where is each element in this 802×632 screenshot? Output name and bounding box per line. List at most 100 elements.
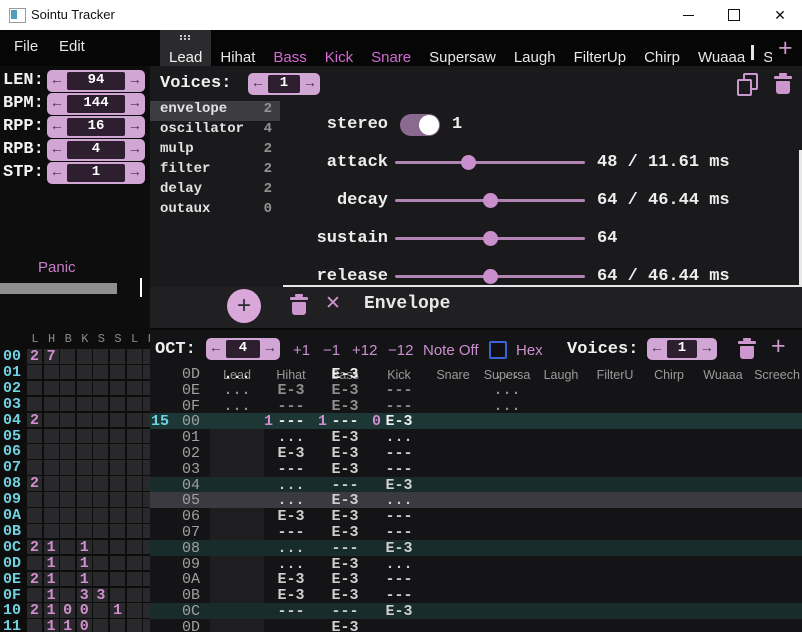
order-cell[interactable] <box>77 349 92 364</box>
order-cell[interactable] <box>60 524 75 539</box>
note-cell[interactable]: E-3 <box>264 508 318 525</box>
order-cell[interactable] <box>93 349 108 364</box>
add-track-button[interactable]: + <box>771 332 786 361</box>
order-cell[interactable] <box>93 429 108 444</box>
order-cell[interactable] <box>110 556 125 571</box>
order-cell[interactable] <box>127 476 142 491</box>
order-cell[interactable] <box>93 603 108 618</box>
tab-bass[interactable]: Bass <box>264 30 315 66</box>
close-button[interactable]: ✕ <box>757 0 802 30</box>
stepper-left-arrow-icon[interactable]: ← <box>647 341 667 357</box>
order-cell[interactable] <box>143 349 150 364</box>
note-cell[interactable]: ... <box>480 366 534 383</box>
stepper-value[interactable]: 4 <box>226 340 260 358</box>
note-cell[interactable]: --- <box>264 461 318 478</box>
note-cell[interactable]: ... <box>480 398 534 415</box>
order-cell[interactable] <box>27 460 42 475</box>
order-cell[interactable] <box>60 444 75 459</box>
copy-instrument-button[interactable] <box>737 73 758 96</box>
note-cell[interactable]: ... <box>264 540 318 557</box>
note-cell[interactable]: --- <box>372 445 426 462</box>
order-cell[interactable] <box>44 524 59 539</box>
slider-knob[interactable] <box>483 269 498 284</box>
stepper-right-arrow-icon[interactable]: → <box>125 96 145 112</box>
order-cell[interactable] <box>60 397 75 412</box>
order-cell[interactable] <box>143 444 150 459</box>
order-cell[interactable] <box>27 381 42 396</box>
order-cell[interactable] <box>110 460 125 475</box>
sustain-slider[interactable] <box>395 237 585 240</box>
note-cell[interactable]: --- <box>372 508 426 525</box>
note-cell[interactable]: --- <box>318 540 372 557</box>
note-cell[interactable]: E-3 <box>318 524 372 541</box>
delete-unit-button[interactable] <box>290 294 308 315</box>
order-cell[interactable] <box>110 349 125 364</box>
order-cell[interactable] <box>143 524 150 539</box>
note-cell[interactable]: --- <box>264 398 318 415</box>
order-cell[interactable] <box>143 397 150 412</box>
note-cell[interactable]: ... <box>210 366 264 383</box>
panic-button[interactable]: Panic <box>38 259 76 276</box>
order-cell[interactable] <box>77 492 92 507</box>
order-cell[interactable] <box>110 540 125 555</box>
note-cell[interactable]: E-3 <box>264 382 318 399</box>
order-cell[interactable] <box>143 476 150 491</box>
order-cell[interactable] <box>44 429 59 444</box>
order-cell[interactable] <box>127 413 142 428</box>
note-cell[interactable]: --- <box>372 398 426 415</box>
order-cell[interactable] <box>110 524 125 539</box>
note-cell[interactable]: E-3 <box>318 445 372 462</box>
stepper-value[interactable]: 1 <box>67 164 125 182</box>
note-cell[interactable]: E-3 <box>318 556 372 573</box>
release-slider[interactable] <box>395 275 585 278</box>
maximize-button[interactable] <box>711 0 757 30</box>
order-cell[interactable] <box>143 572 150 587</box>
order-cell[interactable] <box>127 349 142 364</box>
order-cell[interactable] <box>93 365 108 380</box>
order-cell[interactable] <box>143 508 150 523</box>
order-cell[interactable] <box>93 524 108 539</box>
order-cell[interactable] <box>27 619 42 632</box>
stepper-value[interactable]: 16 <box>67 118 125 136</box>
order-cell[interactable] <box>143 429 150 444</box>
note-cell[interactable]: --- <box>264 524 318 541</box>
order-cell[interactable] <box>44 397 59 412</box>
order-cell[interactable] <box>127 460 142 475</box>
note-cell[interactable]: ... <box>372 429 426 446</box>
order-cell[interactable] <box>127 524 142 539</box>
order-cell[interactable] <box>60 492 75 507</box>
order-cell[interactable] <box>27 508 42 523</box>
delete-instrument-button[interactable] <box>774 73 792 94</box>
note-cell[interactable]: E-3 <box>372 477 426 494</box>
transpose-plus1[interactable]: +1 <box>293 342 310 359</box>
order-cell[interactable] <box>93 460 108 475</box>
order-cell[interactable] <box>110 381 125 396</box>
order-cell[interactable] <box>77 460 92 475</box>
unit-item-outaux[interactable]: outaux0 <box>150 201 280 221</box>
order-cell[interactable] <box>60 572 75 587</box>
order-cell[interactable] <box>77 365 92 380</box>
order-cell[interactable] <box>44 460 59 475</box>
order-cell[interactable] <box>143 540 150 555</box>
order-cell[interactable] <box>110 572 125 587</box>
order-cell[interactable] <box>127 572 142 587</box>
hex-checkbox[interactable] <box>489 341 507 359</box>
stepper-value[interactable]: 1 <box>667 340 697 358</box>
order-cell[interactable] <box>127 619 142 632</box>
order-cell[interactable] <box>27 588 42 603</box>
order-cell[interactable] <box>93 476 108 491</box>
order-cell[interactable] <box>127 365 142 380</box>
transpose-plus12[interactable]: +12 <box>352 342 377 359</box>
note-cell[interactable]: --- <box>372 524 426 541</box>
stepper-right-arrow-icon[interactable]: → <box>125 73 145 89</box>
tab-hihat[interactable]: Hihat <box>211 30 264 66</box>
note-cell[interactable]: E-3 <box>318 587 372 604</box>
order-cell[interactable] <box>60 540 75 555</box>
order-cell[interactable] <box>60 365 75 380</box>
order-cell[interactable] <box>127 492 142 507</box>
order-cell[interactable] <box>60 476 75 491</box>
tab-clipped[interactable] <box>751 45 754 60</box>
attack-slider[interactable] <box>395 161 585 164</box>
note-cell[interactable]: --- <box>264 603 318 620</box>
order-cell[interactable] <box>44 413 59 428</box>
